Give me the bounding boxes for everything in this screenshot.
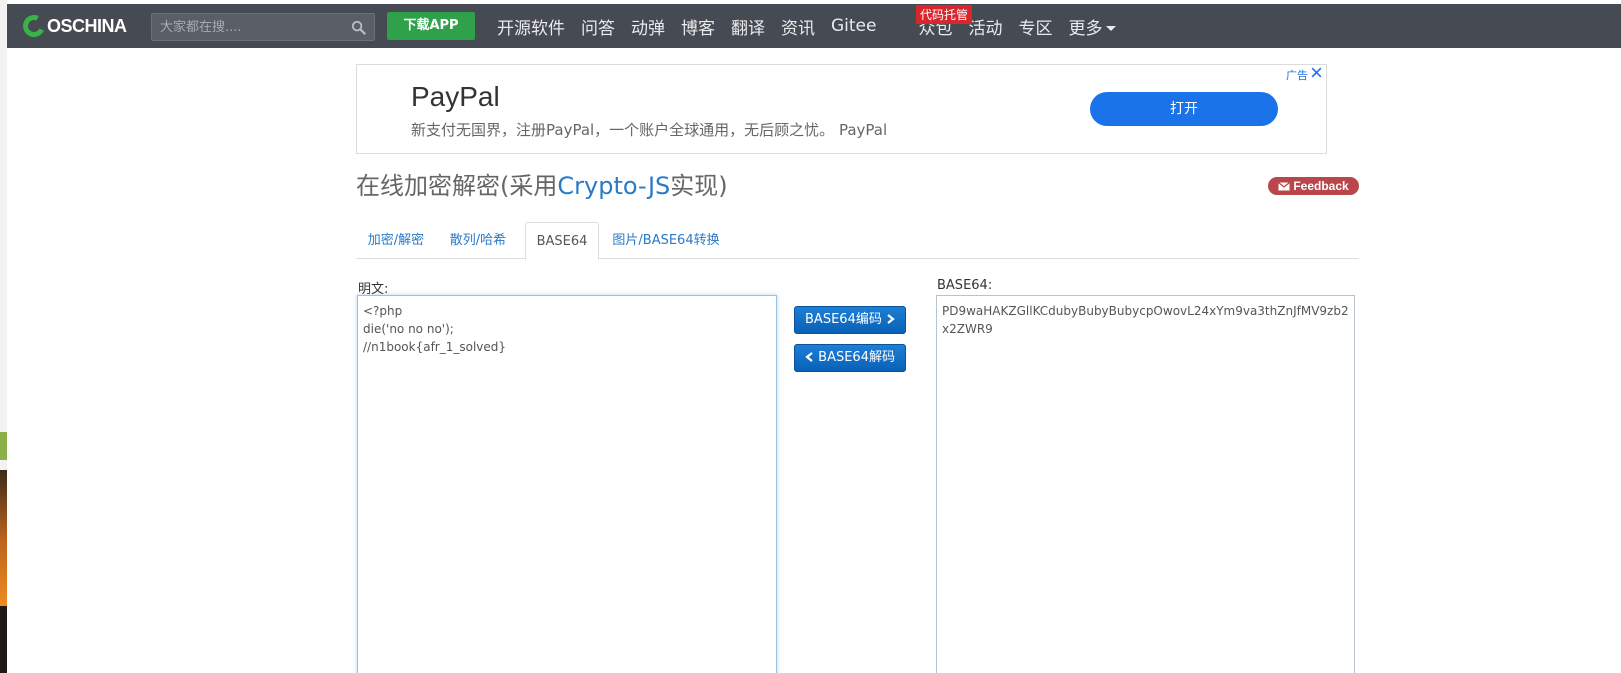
- background-window-edge: [0, 0, 7, 673]
- nav-more-dropdown[interactable]: 更多: [1068, 14, 1117, 39]
- nav-link-blog[interactable]: 博客: [681, 14, 715, 39]
- decode-button-label: BASE64解码: [818, 350, 895, 365]
- feedback-label: Feedback: [1293, 179, 1349, 193]
- feedback-button[interactable]: Feedback: [1268, 177, 1359, 195]
- nav-link-open-source[interactable]: 开源软件: [497, 14, 565, 39]
- ad-description: 新支付无国界，注册PayPal，一个账户全球通用，无后顾之忧。 PayPal: [411, 121, 888, 139]
- tab-base64[interactable]: BASE64: [525, 222, 599, 260]
- chevron-right-icon: [887, 314, 895, 324]
- ad-title[interactable]: PayPal: [411, 81, 500, 113]
- logo-text: OSCHINA: [47, 15, 127, 36]
- nav-link-gitee[interactable]: Gitee: [831, 16, 876, 36]
- page-root: { "colors": { "nav_bg": "#464a52", "bran…: [0, 0, 1621, 673]
- nav-link-translate[interactable]: 翻译: [731, 14, 765, 39]
- base64-decode-button[interactable]: BASE64解码: [794, 344, 906, 372]
- main-nav-links: 开源软件 问答 动弹 博客 翻译 资讯 Gitee 众包 活动 专区 更多: [497, 4, 1132, 48]
- tab-encrypt-decrypt[interactable]: 加密/解密: [356, 222, 436, 259]
- ad-open-button[interactable]: 打开: [1090, 92, 1278, 126]
- base64-textarea[interactable]: PD9waHAKZGllKCdubyBubyBubycpOwovL24xYm9v…: [936, 295, 1355, 673]
- tab-image-base64[interactable]: 图片/BASE64转换: [606, 222, 726, 259]
- nav-more-label: 更多: [1068, 18, 1103, 39]
- nav-link-news[interactable]: 资讯: [781, 14, 815, 39]
- nav-link-qa[interactable]: 问答: [581, 14, 615, 39]
- edge-dark-strip: [0, 606, 7, 673]
- nav-link-events[interactable]: 活动: [968, 14, 1002, 39]
- tab-hash[interactable]: 散列/哈希: [438, 222, 518, 259]
- page-title-suffix: 实现): [670, 172, 728, 200]
- close-icon[interactable]: [1310, 66, 1323, 79]
- plaintext-textarea[interactable]: <?php die('no no no'); //n1book{afr_1_so…: [357, 295, 777, 673]
- page-title-prefix: 在线加密解密(采用: [356, 172, 558, 200]
- search-icon[interactable]: [351, 20, 366, 35]
- gitee-badge: 代码托管: [916, 5, 973, 24]
- top-navbar: OSCHINA 下载APP 开源软件 问答 动弹 博客 翻译 资讯 Gitee …: [7, 4, 1621, 48]
- tool-tabs: 加密/解密 散列/哈希 BASE64 图片/BASE64转换: [356, 222, 1359, 260]
- base64-label: BASE64:: [937, 278, 993, 293]
- envelope-icon: [1278, 182, 1291, 191]
- oschina-logo-icon: [19, 11, 49, 41]
- search-input[interactable]: [152, 14, 342, 40]
- nav-link-tweets[interactable]: 动弹: [631, 14, 665, 39]
- oschina-logo[interactable]: OSCHINA: [19, 11, 127, 41]
- base64-encode-button[interactable]: BASE64编码: [794, 306, 906, 334]
- search-box: [151, 13, 375, 41]
- nav-link-zones[interactable]: 专区: [1018, 14, 1052, 39]
- ad-banner[interactable]: PayPal 新支付无国界，注册PayPal，一个账户全球通用，无后顾之忧。 P…: [356, 64, 1327, 154]
- ad-label[interactable]: 广告: [1286, 67, 1308, 83]
- download-app-button[interactable]: 下载APP: [387, 12, 475, 40]
- caret-down-icon: [1106, 26, 1117, 31]
- page-title-highlight: Crypto-JS: [557, 172, 671, 200]
- edge-orange-strip: [0, 470, 7, 606]
- chevron-left-icon: [805, 352, 813, 362]
- encode-button-label: BASE64编码: [805, 312, 882, 327]
- page-title: 在线加密解密(采用Crypto-JS实现): [356, 166, 728, 201]
- edge-green-strip: [0, 432, 7, 460]
